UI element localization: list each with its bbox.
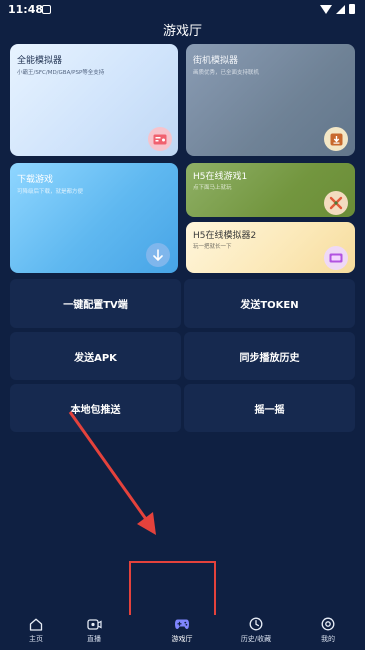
battery-icon (349, 4, 355, 14)
clock-icon (248, 617, 264, 631)
card-subtitle: 画质优秀，已全面支持联机 (193, 70, 260, 76)
card-subtitle: 点下面马上就玩 (193, 185, 232, 191)
arrow-down-icon (146, 243, 170, 267)
home-icon (28, 617, 44, 631)
status-bar: 11:48 (0, 0, 365, 20)
config-tv-button[interactable]: 一键配置TV端 (10, 279, 181, 328)
nav-label: 直播 (87, 635, 101, 643)
card-subtitle: 小霸王/SFC/MD/GBA/PSP等全支持 (17, 70, 105, 76)
sync-history-button[interactable]: 同步播放历史 (184, 332, 355, 380)
download-box-icon (324, 127, 348, 151)
card-all-emulator[interactable]: 全能模拟器 小霸王/SFC/MD/GBA/PSP等全支持 (10, 44, 178, 156)
card-h5-game[interactable]: H5在线游戏1 点下面马上就玩 (186, 163, 355, 217)
card-title: 全能模拟器 (17, 56, 63, 66)
crossed-swords-icon (324, 191, 348, 215)
card-subtitle: 可降级后下载，就是都方便 (17, 189, 84, 195)
nav-label: 历史/收藏 (240, 635, 272, 643)
page-title: 游戏厅 (162, 24, 202, 39)
nav-history[interactable]: 历史/收藏 (226, 617, 286, 644)
local-push-button[interactable]: 本地包推送 (10, 384, 181, 432)
send-apk-button[interactable]: 发送APK (10, 332, 181, 380)
user-circle-icon (320, 617, 336, 631)
signal-icon (336, 4, 345, 14)
notification-icon (42, 5, 51, 14)
card-h5-emulator[interactable]: H5在线模拟器2 玩一把就长一下 (186, 222, 355, 273)
card-title: H5在线模拟器2 (193, 231, 257, 241)
nav-label: 我的 (321, 635, 335, 643)
status-time: 11:48 (8, 3, 44, 16)
card-download-games[interactable]: 下载游戏 可降级后下载，就是都方便 (10, 163, 178, 273)
video-camera-icon (86, 617, 102, 631)
card-subtitle: 玩一把就长一下 (193, 244, 232, 250)
wifi-icon (320, 4, 332, 14)
tv-icon (324, 246, 348, 270)
send-token-button[interactable]: 发送TOKEN (184, 279, 355, 328)
card-title: 街机模拟器 (193, 56, 239, 66)
nav-home[interactable]: 主页 (6, 617, 66, 644)
status-indicators (320, 4, 355, 14)
gamepad-icon (174, 617, 190, 631)
game-card-icon (148, 127, 172, 151)
bottom-nav: 主页 直播 游戏厅 历史/收藏 我的 (0, 615, 365, 650)
nav-live[interactable]: 直播 (64, 617, 124, 644)
card-arcade-emulator[interactable]: 街机模拟器 画质优秀，已全面支持联机 (186, 44, 355, 156)
card-title: H5在线游戏1 (193, 172, 248, 182)
nav-arcade[interactable]: 游戏厅 (152, 617, 212, 644)
nav-mine[interactable]: 我的 (298, 617, 358, 644)
nav-label: 游戏厅 (171, 635, 193, 643)
shake-button[interactable]: 摇一摇 (184, 384, 355, 432)
nav-label: 主页 (29, 635, 43, 643)
card-title: 下载游戏 (17, 175, 54, 185)
